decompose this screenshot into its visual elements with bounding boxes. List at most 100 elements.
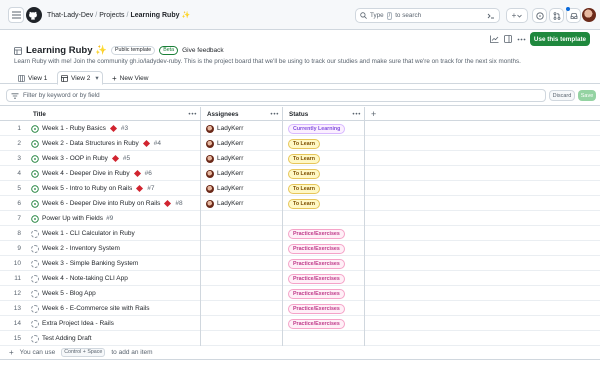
title-cell[interactable]: Week 4 - Note-taking CLI App bbox=[27, 271, 201, 286]
item-title[interactable]: Week 3 - Simple Banking System bbox=[42, 260, 138, 267]
title-cell[interactable]: Test Adding Draft bbox=[27, 331, 201, 346]
insights-button[interactable] bbox=[488, 33, 500, 45]
column-header-title[interactable]: Title • • • bbox=[27, 107, 201, 121]
item-title[interactable]: Week 2 - Data Structures in Ruby bbox=[42, 140, 139, 147]
title-cell[interactable]: Week 5 - Intro to Ruby on Rails #7 bbox=[27, 181, 201, 196]
issue-number[interactable]: #5 bbox=[123, 155, 130, 162]
issue-number[interactable]: #9 bbox=[106, 215, 113, 222]
user-avatar[interactable] bbox=[582, 8, 596, 22]
item-title[interactable]: Week 4 - Deeper Dive in Ruby bbox=[42, 170, 130, 177]
item-title[interactable]: Week 6 - E-Commerce site with Rails bbox=[42, 305, 150, 312]
tab-view-1[interactable]: View 1 bbox=[18, 72, 47, 84]
table-row[interactable]: 15 Test Adding Draft bbox=[0, 331, 600, 346]
issue-number[interactable]: #6 bbox=[145, 170, 152, 177]
status-cell[interactable]: To Learn bbox=[283, 166, 365, 181]
title-cell[interactable]: Week 3 - OOP in Ruby #5 bbox=[27, 151, 201, 166]
item-title[interactable]: Week 6 - Deeper Dive into Ruby on Rails bbox=[42, 200, 160, 207]
breadcrumb-project[interactable]: Learning Ruby ✨ bbox=[131, 12, 191, 19]
item-title[interactable]: Week 1 - Ruby Basics bbox=[42, 125, 106, 132]
status-cell[interactable]: Practice/Exercises bbox=[283, 241, 365, 256]
column-menu-icon[interactable]: • • • bbox=[270, 111, 278, 118]
assignees-cell[interactable]: LadyKerr bbox=[201, 151, 283, 166]
item-title[interactable]: Extra Project Idea - Rails bbox=[42, 320, 114, 327]
table-row[interactable]: 10 Week 3 - Simple Banking System Practice… bbox=[0, 256, 600, 271]
title-cell[interactable]: Week 1 - Ruby Basics #3 bbox=[27, 121, 201, 136]
status-cell[interactable] bbox=[283, 331, 365, 346]
title-cell[interactable]: Week 5 - Blog App bbox=[27, 286, 201, 301]
assignees-cell[interactable]: LadyKerr bbox=[201, 196, 283, 211]
table-row[interactable]: 1 Week 1 - Ruby Basics #3 LadyKerr Currently… bbox=[0, 121, 600, 136]
status-cell[interactable]: To Learn bbox=[283, 196, 365, 211]
item-title[interactable]: Week 5 - Intro to Ruby on Rails bbox=[42, 185, 132, 192]
item-title[interactable]: Week 4 - Note-taking CLI App bbox=[42, 275, 128, 282]
table-row[interactable]: 9 Week 2 - Inventory System Practice/Exerc… bbox=[0, 241, 600, 256]
menu-button[interactable] bbox=[8, 7, 24, 23]
assignees-cell[interactable] bbox=[201, 211, 283, 226]
status-cell[interactable]: To Learn bbox=[283, 136, 365, 151]
breadcrumb-owner[interactable]: That-Lady-Dev bbox=[47, 12, 93, 19]
status-cell[interactable]: Practice/Exercises bbox=[283, 226, 365, 241]
status-cell[interactable]: Practice/Exercises bbox=[283, 286, 365, 301]
column-header-assignees[interactable]: Assignees • • • bbox=[201, 107, 283, 121]
table-row[interactable]: 7 Power Up with Fields #9 bbox=[0, 211, 600, 226]
assignees-cell[interactable]: LadyKerr bbox=[201, 181, 283, 196]
status-cell[interactable]: Practice/Exercises bbox=[283, 271, 365, 286]
new-view-button[interactable]: + New View bbox=[112, 72, 148, 84]
assignees-cell[interactable] bbox=[201, 226, 283, 241]
title-cell[interactable]: Week 2 - Inventory System bbox=[27, 241, 201, 256]
table-row[interactable]: 3 Week 3 - OOP in Ruby #5 LadyKerr To Learn bbox=[0, 151, 600, 166]
project-menu-button[interactable] bbox=[515, 33, 527, 45]
issues-button[interactable] bbox=[532, 8, 547, 23]
status-cell[interactable]: Currently Learning bbox=[283, 121, 365, 136]
table-row[interactable]: 11 Week 4 - Note-taking CLI App Practice/E… bbox=[0, 271, 600, 286]
chevron-down-icon[interactable]: ▾ bbox=[95, 74, 98, 82]
table-row[interactable]: 12 Week 5 - Blog App Practice/Exercises bbox=[0, 286, 600, 301]
discard-button[interactable]: Discard bbox=[549, 90, 575, 101]
status-cell[interactable]: To Learn bbox=[283, 181, 365, 196]
title-cell[interactable]: Extra Project Idea - Rails bbox=[27, 316, 201, 331]
assignees-cell[interactable] bbox=[201, 286, 283, 301]
table-row[interactable]: 8 Week 1 - CLI Calculator in Ruby Practice… bbox=[0, 226, 600, 241]
table-row[interactable]: 14 Extra Project Idea - Rails Practice/Exe… bbox=[0, 316, 600, 331]
use-template-button[interactable]: Use this template bbox=[530, 32, 590, 46]
assignees-cell[interactable] bbox=[201, 256, 283, 271]
github-logo-icon[interactable] bbox=[26, 7, 42, 23]
save-button[interactable]: Save bbox=[578, 90, 596, 101]
issue-number[interactable]: #3 bbox=[121, 125, 128, 132]
column-menu-icon[interactable]: • • • bbox=[188, 111, 196, 118]
pull-requests-button[interactable] bbox=[549, 8, 564, 23]
breadcrumb-projects[interactable]: Projects bbox=[99, 12, 124, 19]
item-title[interactable]: Test Adding Draft bbox=[42, 335, 92, 342]
table-row[interactable]: 6 Week 6 - Deeper Dive into Ruby on Rails… bbox=[0, 196, 600, 211]
item-title[interactable]: Power Up with Fields bbox=[42, 215, 103, 222]
table-row[interactable]: 4 Week 4 - Deeper Dive in Ruby #6 LadyKerr T… bbox=[0, 166, 600, 181]
assignees-cell[interactable] bbox=[201, 331, 283, 346]
status-cell[interactable]: Practice/Exercises bbox=[283, 316, 365, 331]
title-cell[interactable]: Week 2 - Data Structures in Ruby #4 bbox=[27, 136, 201, 151]
filter-input[interactable]: Filter by keyword or by field bbox=[6, 89, 546, 102]
create-new-button[interactable]: + bbox=[506, 8, 528, 23]
title-cell[interactable]: Week 6 - E-Commerce site with Rails bbox=[27, 301, 201, 316]
issue-number[interactable]: #4 bbox=[154, 140, 161, 147]
item-title[interactable]: Week 1 - CLI Calculator in Ruby bbox=[42, 230, 135, 237]
item-title[interactable]: Week 2 - Inventory System bbox=[42, 245, 120, 252]
title-cell[interactable]: Week 6 - Deeper Dive into Ruby on Rails #… bbox=[27, 196, 201, 211]
status-cell[interactable]: Practice/Exercises bbox=[283, 256, 365, 271]
assignees-cell[interactable]: LadyKerr bbox=[201, 136, 283, 151]
sidebar-toggle-button[interactable] bbox=[502, 33, 514, 45]
item-title[interactable]: Week 5 - Blog App bbox=[42, 290, 96, 297]
title-cell[interactable]: Week 1 - CLI Calculator in Ruby bbox=[27, 226, 201, 241]
title-cell[interactable]: Power Up with Fields #9 bbox=[27, 211, 201, 226]
assignees-cell[interactable]: LadyKerr bbox=[201, 121, 283, 136]
add-item-row[interactable]: + You can use Control + Space to add an … bbox=[0, 346, 600, 360]
item-title[interactable]: Week 3 - OOP in Ruby bbox=[42, 155, 108, 162]
issue-number[interactable]: #7 bbox=[147, 185, 154, 192]
assignees-cell[interactable] bbox=[201, 316, 283, 331]
tab-view-2[interactable]: View 2 ▾ bbox=[57, 71, 103, 85]
title-cell[interactable]: Week 3 - Simple Banking System bbox=[27, 256, 201, 271]
add-field-button[interactable]: + bbox=[371, 107, 376, 121]
assignees-cell[interactable]: LadyKerr bbox=[201, 166, 283, 181]
table-row[interactable]: 5 Week 5 - Intro to Ruby on Rails #7 LadyKe… bbox=[0, 181, 600, 196]
status-cell[interactable]: To Learn bbox=[283, 151, 365, 166]
title-cell[interactable]: Week 4 - Deeper Dive in Ruby #6 bbox=[27, 166, 201, 181]
